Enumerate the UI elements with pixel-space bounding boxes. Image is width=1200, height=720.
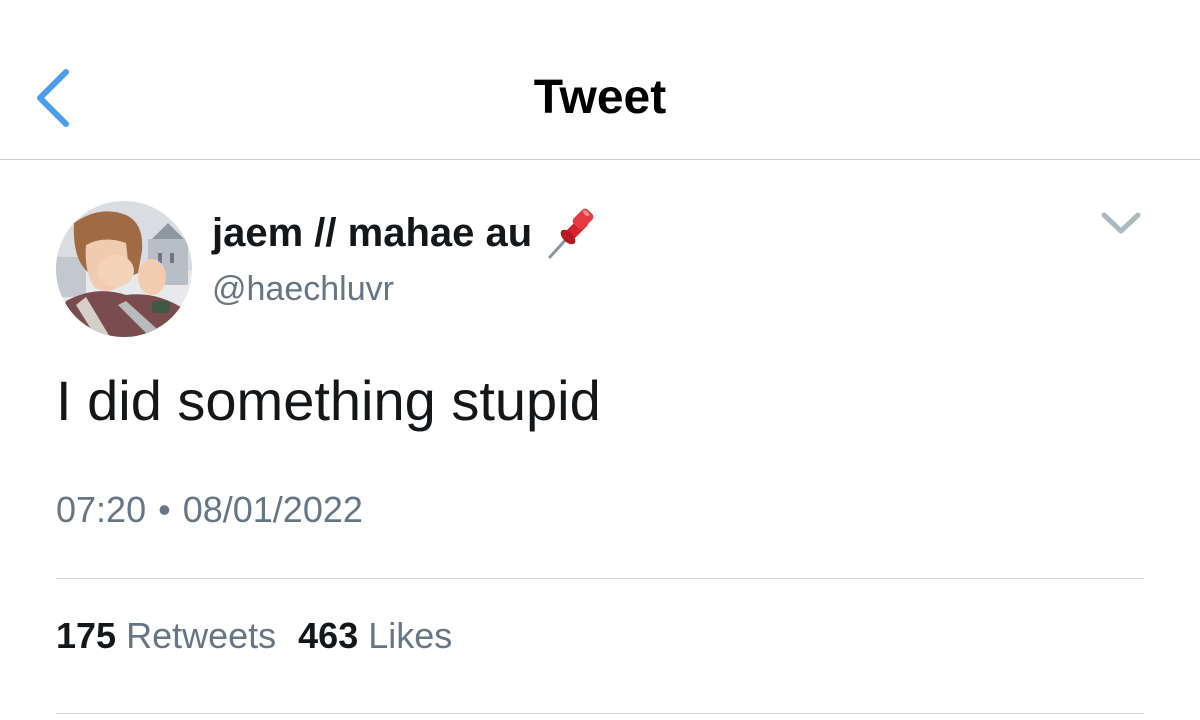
tweet-date: 08/01/2022 (182, 489, 363, 530)
retweets-stat[interactable]: 175 Retweets (56, 613, 276, 659)
divider (56, 713, 1144, 714)
tweet-text: I did something stupid (56, 369, 601, 432)
author-handle[interactable]: @haechluvr (212, 267, 394, 311)
display-name: jaem // mahae au (212, 211, 533, 255)
retweets-label: Retweets (126, 615, 277, 656)
chevron-down-icon (1101, 212, 1141, 234)
likes-count: 463 (298, 615, 359, 656)
retweets-count: 175 (56, 615, 117, 656)
tweet-stats: 175 Retweets 463 Likes (56, 613, 474, 659)
tweet-detail: jaem // mahae au @haechluvr I did someth… (0, 161, 1200, 720)
tweet-time: 07:20 (56, 489, 147, 530)
avatar[interactable] (56, 201, 192, 337)
page-title: Tweet (533, 71, 667, 124)
likes-stat[interactable]: 463 Likes (298, 613, 452, 659)
pushpin-icon (546, 205, 598, 261)
timestamp-separator: • (158, 489, 171, 530)
tweet-timestamp: 07:20 • 08/01/2022 (56, 487, 363, 533)
divider (56, 578, 1144, 579)
tweet-menu-button[interactable] (1098, 203, 1144, 243)
profile-photo (56, 201, 192, 337)
author-name-row[interactable]: jaem // mahae au (212, 205, 598, 261)
likes-label: Likes (368, 615, 453, 656)
navigation-bar: Tweet (0, 0, 1200, 160)
